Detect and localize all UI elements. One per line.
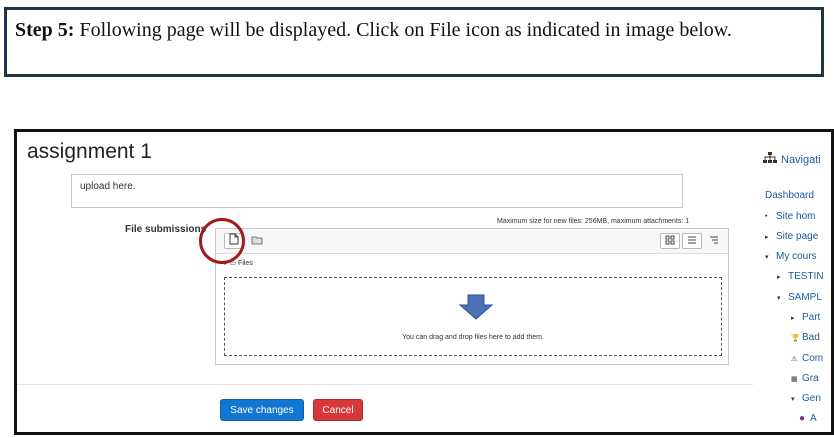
max-size-info: Maximum size for new files: 256MB, maxim… bbox=[497, 218, 690, 225]
nav-label: Dashboard bbox=[765, 190, 814, 201]
moodle-screenshot: assignment 1 upload here. File submissio… bbox=[14, 129, 834, 435]
page-title: assignment 1 bbox=[27, 140, 152, 163]
nav-label: My cours bbox=[776, 251, 817, 262]
cancel-button[interactable]: Cancel bbox=[313, 399, 363, 421]
navigation-header: Navigati bbox=[763, 152, 821, 167]
nav-item-dashboard[interactable]: Dashboard bbox=[765, 190, 814, 201]
table-icon: ▦ bbox=[791, 375, 798, 383]
drop-zone[interactable]: You can drag and drop files here to add … bbox=[224, 277, 722, 356]
nav-item-grades[interactable]: ▦ Gra bbox=[791, 373, 819, 384]
tree-icon bbox=[709, 232, 719, 250]
grid-icon bbox=[665, 232, 675, 250]
nav-label: Com bbox=[802, 353, 824, 364]
nav-label: SAMPL bbox=[788, 292, 822, 303]
nav-label: TESTIN bbox=[788, 271, 824, 282]
nav-item-assignment[interactable]: ● A bbox=[799, 413, 817, 424]
caret-right-icon: ▸ bbox=[791, 314, 795, 322]
nav-label: A bbox=[810, 413, 817, 424]
view-tree-button[interactable] bbox=[704, 233, 724, 249]
drop-instruction: You can drag and drop files here to add … bbox=[402, 334, 544, 341]
nav-label: Gra bbox=[802, 373, 819, 384]
nav-label: Bad bbox=[802, 332, 820, 343]
nav-item-sample[interactable]: ▾ SAMPL bbox=[777, 292, 822, 303]
caret-down-icon: ▾ bbox=[791, 395, 795, 403]
save-changes-button[interactable]: Save changes bbox=[220, 399, 304, 421]
view-list-button[interactable] bbox=[682, 233, 702, 249]
nav-item-site-home[interactable]: • Site hom bbox=[765, 211, 815, 222]
nav-item-competencies[interactable]: ⚠ Com bbox=[791, 353, 823, 364]
list-icon bbox=[687, 232, 697, 250]
assignment-icon: ● bbox=[799, 413, 806, 424]
instruction-box: Step 5: Following page will be displayed… bbox=[4, 7, 824, 77]
path-label: Files bbox=[238, 260, 253, 267]
file-picker: ▸ ▭ Files You can drag and drop files he… bbox=[215, 228, 729, 365]
navigation-block: Navigati Dashboard • Site hom ▸ Site page … bbox=[757, 132, 831, 432]
folder-icon bbox=[251, 232, 263, 250]
create-folder-button[interactable] bbox=[247, 233, 267, 249]
caret-right-icon: ▸ bbox=[777, 273, 781, 281]
bullet-icon: • bbox=[765, 213, 768, 220]
nav-label: Part bbox=[802, 312, 821, 323]
down-arrow-icon bbox=[458, 294, 494, 325]
nav-item-badges[interactable]: 🏆 Bad bbox=[791, 332, 820, 343]
trophy-icon: 🏆 bbox=[791, 334, 800, 342]
nav-item-my-courses[interactable]: ▾ My cours bbox=[765, 251, 817, 262]
highlight-circle bbox=[199, 218, 245, 264]
nav-item-participants[interactable]: ▸ Part bbox=[791, 312, 820, 323]
nav-item-site-pages[interactable]: ▸ Site page bbox=[765, 231, 818, 242]
divider bbox=[17, 384, 753, 385]
online-text-field[interactable]: upload here. bbox=[71, 174, 683, 208]
nav-label: Site page bbox=[776, 231, 819, 242]
nav-label: Site hom bbox=[776, 211, 816, 222]
nav-item-testing[interactable]: ▸ TESTIN bbox=[777, 271, 824, 282]
file-submissions-label: File submissions bbox=[125, 224, 207, 235]
nav-item-general[interactable]: ▾ Gen bbox=[791, 393, 821, 404]
file-picker-toolbar bbox=[216, 229, 728, 254]
navigation-title: Navigati bbox=[781, 153, 821, 166]
caret-down-icon: ▾ bbox=[765, 253, 769, 261]
step-label: Step 5: bbox=[15, 19, 75, 41]
caret-right-icon: ▸ bbox=[765, 233, 769, 241]
nav-label: Gen bbox=[802, 393, 821, 404]
competency-icon: ⚠ bbox=[791, 355, 798, 363]
instruction-text: Following page will be displayed. Click … bbox=[79, 19, 732, 41]
caret-down-icon: ▾ bbox=[777, 294, 781, 302]
sitemap-icon bbox=[763, 152, 777, 167]
view-icons-button[interactable] bbox=[660, 233, 680, 249]
